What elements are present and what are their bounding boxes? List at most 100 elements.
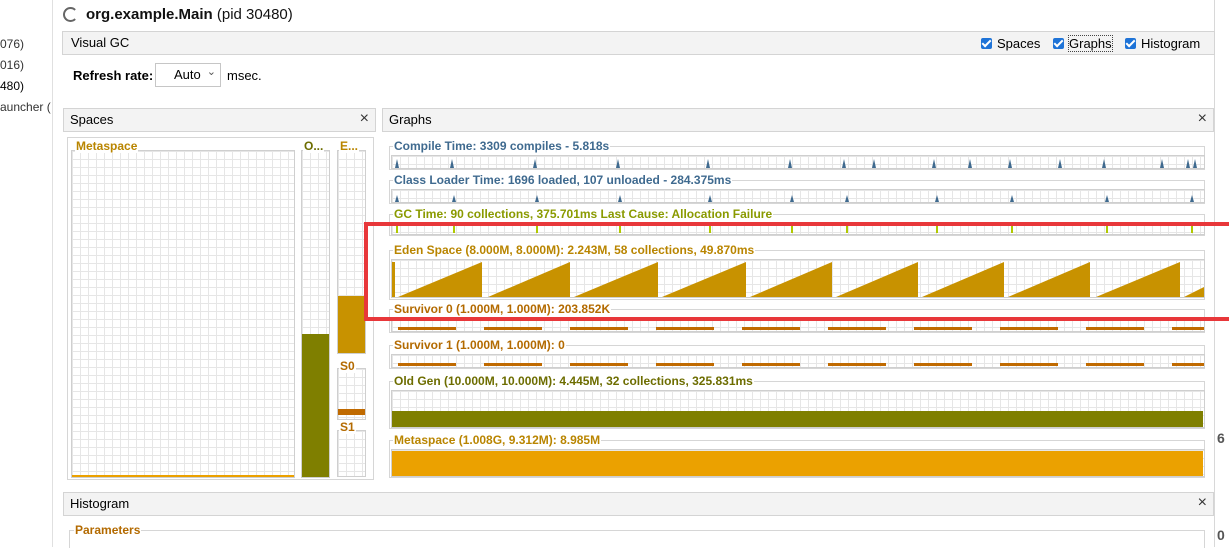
spaces-panel-header: Spaces × — [63, 108, 376, 132]
old-gen-space-graph — [301, 150, 330, 478]
survivor0-space-graph — [337, 368, 366, 420]
app-title: org.example.Main (pid 30480) — [86, 6, 293, 23]
close-icon[interactable]: × — [1198, 110, 1207, 128]
side-text: 0 — [1217, 527, 1225, 543]
survivor1-bar — [656, 363, 714, 366]
histogram-panel-header: Histogram × — [63, 492, 1214, 516]
graphs-panel-title: Graphs — [389, 112, 432, 127]
visual-gc-title: Visual GC — [71, 35, 130, 50]
survivor1-bar — [570, 363, 628, 366]
survivor0-bar — [1000, 327, 1058, 330]
tree-item-selected[interactable]: 480) — [0, 79, 24, 93]
eden-fill — [338, 296, 365, 353]
parameters-label: Parameters — [74, 523, 142, 537]
parameters-frame — [69, 530, 1205, 548]
compile-spike — [1193, 159, 1197, 168]
survivor1-occupancy-bars — [398, 363, 1204, 366]
survivor0-bar — [1172, 327, 1204, 330]
classloader-spike — [535, 195, 539, 202]
survivor0-bar — [828, 327, 886, 330]
side-text: 6 — [1217, 430, 1225, 446]
survivor1-space-label: S1 — [339, 420, 356, 434]
classloader-spike — [1010, 195, 1014, 202]
visual-gc-header: Visual GC Spaces Graphs Histogram — [62, 31, 1215, 55]
survivor1-bar — [828, 363, 886, 366]
metaspace-graph-label: Metaspace (1.008G, 9.312M): 8.985M — [393, 433, 602, 447]
graphs-panel-header: Graphs × — [382, 108, 1214, 132]
eden-space-graph — [337, 150, 366, 354]
spaces-checkbox[interactable]: Spaces — [981, 36, 1040, 51]
classloader-spike — [790, 195, 794, 202]
survivor0-bar — [656, 327, 714, 330]
classloader-spike — [618, 195, 622, 202]
survivor1-space-graph — [337, 430, 366, 477]
classloader-spike — [935, 195, 939, 202]
app-pid: (pid 30480) — [216, 6, 293, 23]
survivor1-graph-label: Survivor 1 (1.000M, 1.000M): 0 — [393, 338, 566, 352]
gc-time-label: GC Time: 90 collections, 375.701ms Last … — [393, 207, 774, 221]
classloader-spike — [452, 195, 456, 202]
metaspace-fill — [72, 475, 294, 477]
classloader-spike — [708, 195, 712, 202]
close-icon[interactable]: × — [1198, 494, 1207, 512]
class-loader-spikes — [395, 195, 1194, 202]
classloader-spike — [395, 195, 399, 202]
survivor0-bar — [1086, 327, 1144, 330]
compile-spike — [788, 159, 792, 168]
histogram-checkbox[interactable]: Histogram — [1125, 36, 1200, 51]
survivor0-bar — [570, 327, 628, 330]
highlight-rectangle — [364, 222, 1229, 321]
survivor1-graph-plot — [391, 354, 1205, 368]
graphs-checkbox[interactable]: Graphs — [1053, 35, 1113, 52]
survivor1-bar — [1086, 363, 1144, 366]
compile-spike — [842, 159, 846, 168]
compile-spike — [932, 159, 936, 168]
compile-spike — [450, 159, 454, 168]
checkbox-checked-icon — [1053, 38, 1064, 49]
checkbox-checked-icon — [981, 38, 992, 49]
compile-spike — [1160, 159, 1164, 168]
metaspace-space-graph — [71, 150, 295, 478]
tree-item[interactable]: 016) — [0, 58, 24, 72]
survivor1-bar — [484, 363, 542, 366]
survivor1-bar — [1172, 363, 1204, 366]
checkbox-checked-icon — [1125, 38, 1136, 49]
checkbox-label: Histogram — [1141, 36, 1201, 51]
old-gen-fill — [302, 333, 329, 477]
left-tree-panel: 076) 016) 480) auncher ( — [0, 0, 53, 547]
survivor0-space-label: S0 — [339, 359, 356, 373]
visual-gc-window: org.example.Main (pid 30480) Visual GC S… — [53, 0, 1229, 548]
refresh-rate-unit: msec. — [227, 68, 262, 83]
compile-spike — [1102, 159, 1106, 168]
title-bar: org.example.Main (pid 30480) — [53, 0, 1214, 30]
histogram-panel-title: Histogram — [70, 496, 130, 511]
tree-item[interactable]: auncher ( — [0, 100, 51, 114]
compile-spike — [395, 159, 399, 168]
compile-spike — [1008, 159, 1012, 168]
chevron-down-icon: ⌄ — [206, 66, 216, 78]
spaces-panel-title: Spaces — [70, 112, 114, 127]
tree-item[interactable]: 076) — [0, 37, 24, 51]
metaspace-area — [392, 451, 1203, 476]
checkbox-label: Graphs — [1068, 35, 1113, 52]
survivor0-bar — [484, 327, 542, 330]
survivor0-bar — [742, 327, 800, 330]
class-loader-label: Class Loader Time: 1696 loaded, 107 unlo… — [393, 173, 733, 187]
survivor0-bar — [914, 327, 972, 330]
survivor1-bar — [914, 363, 972, 366]
refresh-rate-value: Auto — [174, 67, 201, 82]
old-gen-area — [392, 411, 1203, 427]
survivor1-bar — [742, 363, 800, 366]
app-name: org.example.Main — [86, 6, 213, 23]
refresh-rate-select[interactable]: Auto ⌄ — [155, 63, 221, 87]
refresh-rate-label: Refresh rate: — [73, 68, 154, 83]
eden-space-label: E... — [339, 139, 360, 153]
compile-time-graph — [391, 155, 1205, 169]
compile-spike — [968, 159, 972, 168]
classloader-spike — [1105, 195, 1109, 202]
classloader-spike — [845, 195, 849, 202]
classloader-spike — [1190, 195, 1194, 202]
survivor0-fill — [338, 409, 365, 415]
compile-time-label: Compile Time: 3309 compiles - 5.818s — [393, 139, 611, 153]
close-icon[interactable]: × — [360, 110, 369, 128]
